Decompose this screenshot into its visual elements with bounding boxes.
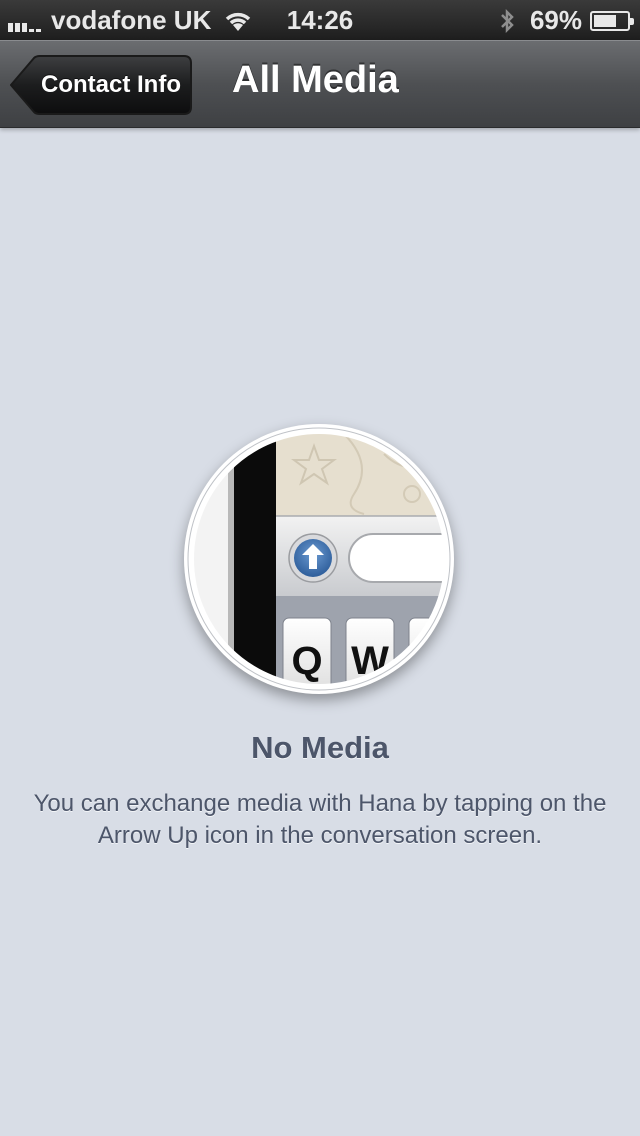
back-button[interactable]: Contact Info <box>10 55 192 115</box>
empty-state-description: You can exchange media with Hana by tapp… <box>33 790 607 849</box>
navigation-bar: Contact Info All Media <box>0 40 640 128</box>
bluetooth-icon <box>501 8 514 33</box>
empty-state-title: No Media <box>251 730 389 765</box>
back-button-label: Contact Info <box>41 71 181 98</box>
battery-icon <box>590 10 634 31</box>
empty-state: Q W No Media You can exchange media with… <box>0 128 640 1136</box>
magnifier-lens-illustration: Q W <box>184 424 454 694</box>
status-bar: vodafone UK 14:26 69% <box>0 0 640 40</box>
battery-percent: 69% <box>529 5 582 35</box>
page-title: All Media <box>232 59 399 101</box>
key-q-label: Q <box>291 639 322 683</box>
battery-level-fill <box>594 14 616 27</box>
status-bar-right: 69% <box>498 5 634 36</box>
